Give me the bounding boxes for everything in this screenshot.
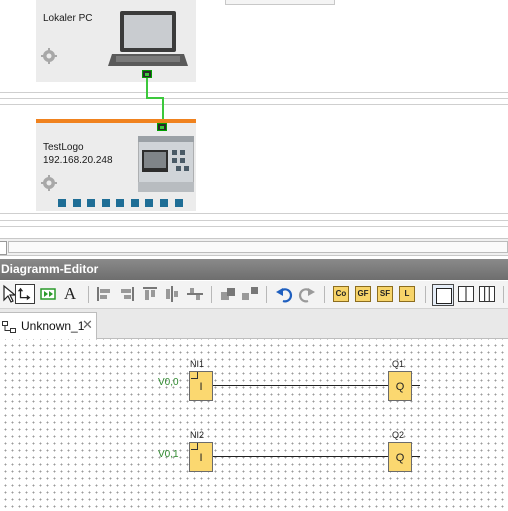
toolbar-separator (211, 286, 212, 303)
horizontal-scrollbar[interactable] (0, 238, 508, 256)
grid-line (0, 98, 508, 99)
toolbar-separator (266, 286, 267, 303)
gear-icon[interactable] (41, 175, 57, 191)
io-terminal-icon (145, 199, 153, 207)
grid-line (0, 226, 508, 227)
special-functions-button[interactable]: SF (377, 286, 393, 302)
grid-line (0, 213, 508, 214)
signal-label: V0,1 (158, 449, 179, 460)
signal-label: V0,0 (158, 377, 179, 388)
scrollbar-track[interactable] (8, 241, 508, 253)
general-functions-button[interactable]: GF (355, 286, 371, 302)
tab-label: Unknown_1 (21, 319, 85, 333)
block-name: NI2 (190, 430, 205, 440)
align-bottom-icon[interactable] (185, 284, 205, 304)
network-input-block[interactable]: I (189, 442, 213, 472)
connection-wire[interactable] (213, 456, 388, 457)
io-terminal-icon (175, 199, 183, 207)
diagram-toolbar: A Co GF SF L (0, 281, 508, 309)
grid-line (0, 92, 508, 93)
single-pane-icon (436, 288, 452, 304)
grid-line (0, 104, 508, 105)
text-tool-button[interactable]: A (60, 284, 80, 304)
close-icon[interactable]: ✕ (82, 317, 93, 333)
grid-line (0, 220, 508, 221)
connect-tool-icon[interactable] (15, 284, 35, 304)
io-terminal-icon (116, 199, 124, 207)
block-symbol: I (199, 452, 203, 464)
output-block[interactable]: Q (388, 442, 412, 472)
ethernet-port-icon (157, 123, 167, 131)
scroll-left-button[interactable] (0, 241, 7, 255)
group-icon[interactable] (218, 284, 238, 304)
align-middle-icon[interactable] (162, 284, 182, 304)
block-marker (191, 372, 198, 379)
undo-icon[interactable] (274, 284, 294, 304)
network-input-block[interactable]: I (189, 371, 213, 401)
device-name: Lokaler PC (43, 13, 93, 24)
output-stub (412, 456, 420, 457)
device-name: TestLogo (43, 142, 84, 153)
output-stub (412, 385, 420, 386)
align-top-icon[interactable] (140, 284, 160, 304)
tab-unknown-1[interactable]: Unknown_1 ✕ (0, 312, 97, 339)
block-name: Q2 (392, 430, 405, 440)
constants-button[interactable]: Co (333, 286, 349, 302)
block-marker (191, 443, 198, 450)
gear-icon[interactable] (41, 48, 57, 64)
network-view[interactable]: Lokaler PC TestLogo 192.168.20.248 (0, 0, 508, 238)
io-terminal-icon (58, 199, 66, 207)
block-symbol: I (199, 381, 203, 393)
view-triple-icon[interactable] (479, 286, 495, 302)
view-split-icon[interactable] (458, 286, 474, 302)
align-left-icon[interactable] (94, 284, 114, 304)
view-single-button[interactable] (432, 284, 454, 306)
toolbar-separator (88, 286, 89, 303)
logo-plc-icon (138, 136, 194, 192)
ethernet-port-icon (142, 70, 152, 78)
device-testlogo[interactable]: TestLogo 192.168.20.248 (36, 119, 196, 211)
block-name: Q1 (392, 359, 405, 369)
connection-wire[interactable] (213, 385, 388, 386)
block-symbol: Q (395, 452, 405, 464)
align-right-icon[interactable] (117, 284, 137, 304)
output-block[interactable]: Q (388, 371, 412, 401)
device-local-pc[interactable]: Lokaler PC (36, 0, 196, 82)
io-terminal-icon (131, 199, 139, 207)
device-accent-strip (36, 119, 196, 123)
toolbar-separator (425, 286, 426, 303)
connector-block-icon[interactable] (38, 284, 58, 304)
device-ip: 192.168.20.248 (43, 155, 113, 166)
redo-icon[interactable] (297, 284, 317, 304)
diagram-icon (2, 321, 16, 333)
io-terminal-icon (73, 199, 81, 207)
toolbar-separator (503, 286, 504, 303)
io-terminal-icon (102, 199, 110, 207)
block-symbol: Q (395, 381, 405, 393)
diagram-canvas[interactable]: NI1 V0,0 I Q1 Q NI2 V0,1 I Q2 Q (0, 339, 508, 511)
laptop-icon (108, 11, 188, 66)
io-terminal-icon (160, 199, 168, 207)
diagram-editor-title: Diagramm-Editor (0, 259, 508, 280)
network-toolbar-stub (225, 0, 335, 5)
editor-tab-strip: Unknown_1 ✕ (0, 309, 508, 339)
io-terminal-icon (87, 199, 95, 207)
block-name: NI1 (190, 359, 205, 369)
library-button[interactable]: L (399, 286, 415, 302)
toolbar-separator (324, 286, 325, 303)
ungroup-icon[interactable] (240, 284, 260, 304)
